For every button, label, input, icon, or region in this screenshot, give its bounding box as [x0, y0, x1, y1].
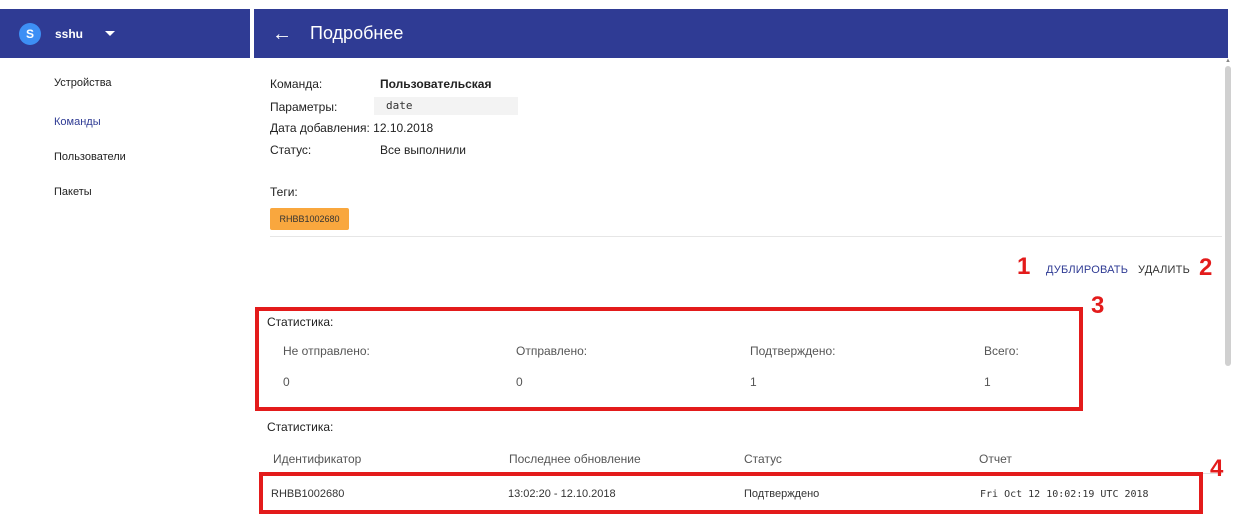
divider	[270, 236, 1222, 237]
command-row: Команда: Пользовательская	[270, 77, 491, 91]
added-label: Дата добавления:	[270, 121, 370, 135]
stats-title: Статистика:	[267, 315, 334, 329]
scrollbar[interactable]	[1225, 66, 1231, 366]
cell-identifier: RHBB1002680	[271, 488, 345, 500]
sidebar-item-devices[interactable]: Устройства	[54, 77, 112, 89]
th-status: Статус	[744, 452, 782, 466]
sidebar: Устройства Команды Пользователи Пакеты	[0, 58, 250, 520]
cell-last-update: 13:02:20 - 12.10.2018	[508, 488, 616, 500]
status-row: Статус: Все выполнили	[270, 143, 466, 157]
status-value: Все выполнили	[380, 143, 466, 157]
annotation-2: 2	[1199, 254, 1213, 281]
stats-value-confirmed: 1	[750, 375, 757, 389]
stats-col-total: Всего:	[984, 344, 1019, 358]
avatar[interactable]: S	[19, 22, 41, 45]
scroll-up-icon[interactable]: ▲	[1225, 58, 1231, 64]
page-title: Подробнее	[310, 23, 404, 43]
th-report: Отчет	[979, 452, 1012, 466]
cell-report: Fri Oct 12 10:02:19 UTC 2018	[980, 489, 1149, 500]
command-label: Команда:	[270, 77, 323, 91]
annotation-box-stats	[255, 307, 1083, 411]
stats-col-not-sent: Не отправлено:	[283, 344, 370, 358]
delete-button[interactable]: УДАЛИТЬ	[1138, 264, 1190, 276]
chevron-down-icon[interactable]	[105, 31, 116, 36]
duplicate-button[interactable]: ДУБЛИРОВАТЬ	[1046, 264, 1128, 276]
app-bar: ← Подробнее	[254, 9, 1228, 58]
user-name[interactable]: sshu	[55, 27, 83, 41]
params-row: Параметры: date	[270, 97, 518, 115]
tags-label: Теги:	[270, 185, 298, 199]
command-value: Пользовательская	[380, 77, 492, 91]
th-last-update: Последнее обновление	[509, 452, 641, 466]
sidebar-item-users[interactable]: Пользователи	[54, 151, 126, 163]
status-label: Статус:	[270, 143, 312, 157]
tag-chip[interactable]: RHBB1002680	[270, 208, 349, 230]
stats-col-confirmed: Подтверждено:	[750, 344, 836, 358]
devices-title: Статистика:	[267, 420, 334, 434]
added-value: 12.10.2018	[373, 121, 434, 135]
back-arrow-icon[interactable]: ←	[272, 24, 292, 44]
stats-col-sent: Отправлено:	[516, 344, 588, 358]
sidebar-header: S sshu	[0, 9, 250, 58]
stats-value-total: 1	[984, 375, 991, 389]
main-content: Команда: Пользовательская Параметры: dat…	[254, 58, 1228, 520]
sidebar-item-commands[interactable]: Команды	[54, 116, 101, 128]
params-label: Параметры:	[270, 100, 338, 114]
annotation-4: 4	[1210, 455, 1224, 482]
th-identifier: Идентификатор	[273, 452, 362, 466]
annotation-3: 3	[1091, 292, 1105, 319]
annotation-1: 1	[1017, 253, 1031, 280]
sidebar-item-packages[interactable]: Пакеты	[54, 186, 92, 198]
stats-value-not-sent: 0	[283, 375, 290, 389]
params-value: date	[374, 97, 518, 115]
stats-value-sent: 0	[516, 375, 523, 389]
cell-status: Подтверждено	[744, 488, 820, 500]
added-date-row: Дата добавления: 12.10.2018	[270, 121, 433, 135]
